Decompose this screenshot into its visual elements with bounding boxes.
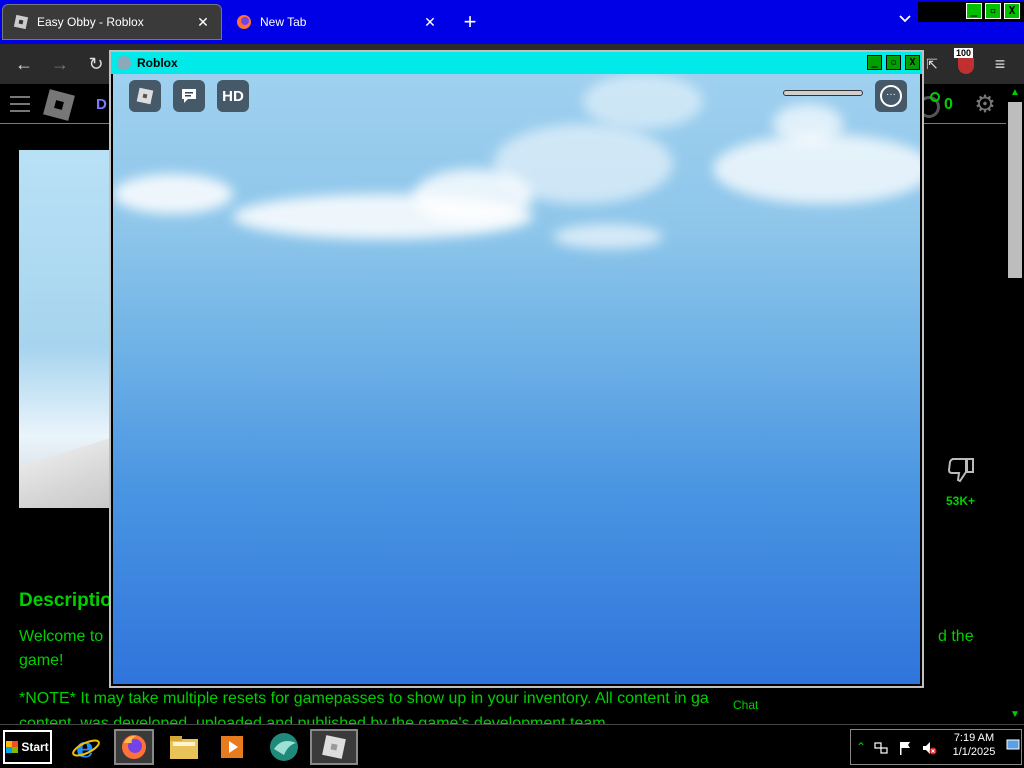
- browser-tab-strip: Easy Obby - Roblox ✕ New Tab ✕ + _ ▫ X: [0, 0, 1024, 44]
- description-heading: Descriptio: [19, 590, 112, 611]
- restore-button[interactable]: ▫: [985, 3, 1001, 19]
- page-scrollbar[interactable]: ▲ ▼: [1006, 84, 1024, 724]
- description-note-cut: content, was developed, uploaded and pub…: [19, 715, 611, 724]
- firefox-icon[interactable]: [114, 729, 154, 765]
- roblox-logo-icon[interactable]: [43, 89, 75, 121]
- windows-taskbar: Start e ⌃ 7:19 AM 1/1/2025: [0, 724, 1024, 768]
- tab-title: New Tab: [260, 15, 307, 29]
- clock-time: 7:19 AM: [953, 732, 995, 744]
- game-viewport[interactable]: HD ···: [113, 74, 920, 684]
- description-text: Welcome to: [19, 628, 104, 645]
- more-options-icon: ···: [880, 85, 902, 107]
- hamburger-menu-icon[interactable]: [10, 96, 30, 112]
- chat-toggle-button[interactable]: [173, 80, 205, 112]
- app-menu-button[interactable]: ≡: [988, 52, 1012, 76]
- file-explorer-icon[interactable]: [164, 729, 204, 765]
- game-maximize-button[interactable]: ▫: [886, 55, 901, 70]
- network-icon[interactable]: [873, 740, 889, 756]
- close-button[interactable]: X: [1004, 3, 1020, 19]
- windows-flag-icon: [6, 741, 19, 753]
- back-button[interactable]: ←: [12, 52, 36, 76]
- tab-close-icon[interactable]: ✕: [195, 14, 211, 31]
- browser-window-controls: _ ▫ X: [918, 2, 1024, 22]
- cloud: [713, 134, 920, 204]
- tab-title: Easy Obby - Roblox: [37, 15, 144, 29]
- desktop: Easy Obby - Roblox ✕ New Tab ✕ + _ ▫ X ←…: [0, 0, 1024, 768]
- cloud: [553, 224, 663, 249]
- game-close-button[interactable]: X: [905, 55, 920, 70]
- scroll-down-arrow-icon[interactable]: ▼: [1009, 710, 1021, 720]
- roblox-studio-icon[interactable]: [264, 729, 304, 765]
- tab-close-icon[interactable]: ✕: [422, 14, 438, 31]
- settings-gear-icon[interactable]: ⚙: [972, 92, 998, 118]
- list-all-tabs-button[interactable]: [894, 10, 916, 32]
- scroll-up-arrow-icon[interactable]: ▲: [1009, 88, 1021, 98]
- description-note: *NOTE* It may take multiple resets for g…: [19, 690, 709, 707]
- description-text-line2: game!: [19, 652, 64, 669]
- ublock-extension-button[interactable]: 100: [954, 48, 976, 76]
- roblox-menu-icon: [136, 87, 154, 105]
- chevron-down-icon: [899, 15, 911, 23]
- new-tab-button[interactable]: +: [458, 8, 482, 36]
- extension-badge-count: 100: [954, 48, 974, 58]
- media-player-icon[interactable]: [212, 729, 252, 765]
- game-thumbnail[interactable]: [19, 150, 111, 508]
- roblox-menu-button[interactable]: [129, 80, 161, 112]
- roblox-favicon-icon: [13, 14, 29, 30]
- more-options-button[interactable]: ···: [875, 80, 907, 112]
- nav-link-discover[interactable]: D: [96, 96, 107, 113]
- roblox-app-icon: [117, 56, 131, 70]
- taskbar-clock[interactable]: 7:19 AM 1/1/2025: [948, 731, 1000, 759]
- scrollbar-thumb[interactable]: [1008, 102, 1022, 278]
- dislike-count: 53K+: [946, 494, 976, 508]
- cloud: [493, 124, 673, 204]
- firefox-favicon-icon: [236, 14, 252, 30]
- cloud: [773, 104, 843, 144]
- game-window-title: Roblox: [137, 56, 178, 70]
- shield-icon: [958, 58, 974, 74]
- internet-explorer-icon[interactable]: e: [66, 729, 106, 765]
- reload-button[interactable]: ↻: [84, 52, 108, 76]
- show-hidden-icons-icon[interactable]: ⌃: [853, 740, 869, 756]
- cloud: [583, 74, 703, 129]
- clock-date: 1/1/2025: [952, 746, 996, 758]
- robux-count: 0: [944, 96, 953, 113]
- start-label: Start: [21, 740, 49, 754]
- forward-button[interactable]: →: [48, 52, 72, 76]
- topbar-health-indicator: [783, 90, 863, 96]
- roblox-game-window: Roblox _ ▫ X HD ···: [109, 50, 924, 688]
- hd-icon[interactable]: HD: [217, 80, 249, 112]
- chat-icon: [182, 89, 196, 103]
- tab-easy-obby[interactable]: Easy Obby - Roblox ✕: [2, 4, 222, 40]
- thumbs-down-icon[interactable]: [946, 456, 976, 484]
- chat-label[interactable]: Chat: [733, 698, 758, 712]
- show-desktop-icon[interactable]: [1005, 738, 1021, 754]
- cloud: [113, 174, 233, 214]
- roblox-player-icon[interactable]: [310, 729, 358, 765]
- description-text-end: d the: [938, 628, 974, 645]
- game-minimize-button[interactable]: _: [867, 55, 882, 70]
- volume-muted-icon[interactable]: [921, 740, 937, 756]
- game-window-titlebar[interactable]: Roblox _ ▫ X: [111, 52, 922, 74]
- tab-new-tab[interactable]: New Tab ✕: [226, 4, 448, 40]
- start-button[interactable]: Start: [3, 730, 52, 764]
- action-center-flag-icon[interactable]: [897, 740, 913, 756]
- minimize-button[interactable]: _: [966, 3, 982, 19]
